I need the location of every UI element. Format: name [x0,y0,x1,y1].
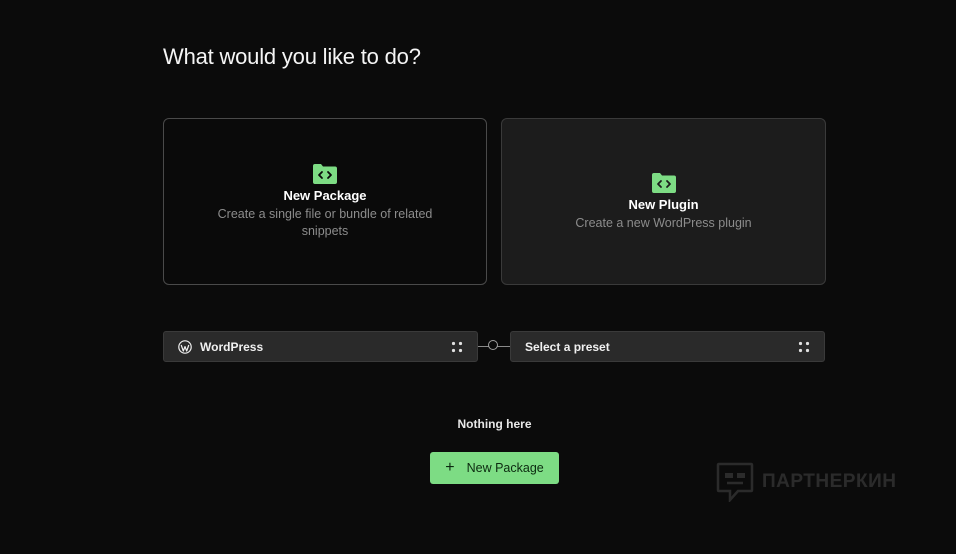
card-title: New Package [283,188,367,203]
empty-state-message: Nothing here [457,417,532,431]
new-package-button-label: New Package [466,461,544,475]
card-title: New Plugin [628,196,699,212]
grip-dots-icon [451,341,463,352]
plus-icon: + [445,459,455,476]
page: What would you like to do? New Package C… [0,0,956,554]
card-description: Create a single file or bundle of relate… [217,207,433,238]
grip-dots-icon [798,341,810,352]
folder-code-icon [651,172,676,193]
preset-select-label: Select a preset [525,339,610,354]
watermark-text: ПАРТНЕРКИН [762,471,897,492]
platform-select-label: WordPress [200,339,264,354]
new-plugin-card[interactable]: New Plugin Create a new WordPress plugin [501,118,826,285]
new-package-button[interactable]: + New Package [430,452,559,484]
folder-code-icon [313,164,337,184]
preset-select[interactable]: Select a preset [510,331,825,362]
platform-select[interactable]: WordPress [163,331,478,362]
card-description: Create a new WordPress plugin [575,215,752,230]
page-title: What would you like to do? [163,44,421,69]
new-package-card[interactable]: New Package Create a single file or bund… [163,118,487,285]
connector-node [488,340,498,350]
watermark: ПАРТНЕРКИН [716,462,896,502]
chat-bubble-icon [716,462,754,502]
wordpress-icon [178,339,192,354]
